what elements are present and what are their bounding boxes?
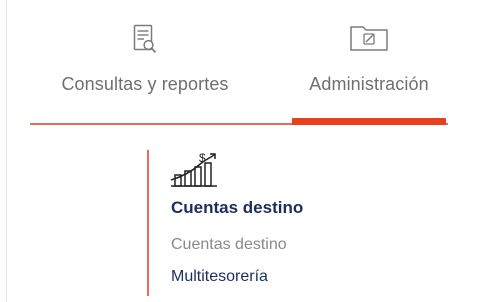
multitesoreria-link[interactable]: Multitesorería — [171, 268, 268, 286]
admin-dropdown-panel: $ Cuentas destino Cuentas destino Multit… — [147, 150, 397, 296]
panel-accent-bar — [147, 150, 149, 296]
panel-subtitle: Cuentas destino — [171, 236, 287, 253]
money-growth-chart-icon: $ — [170, 151, 217, 187]
active-tab-indicator — [292, 118, 446, 125]
panel-title: Cuentas destino — [171, 198, 304, 217]
svg-text:$: $ — [199, 151, 206, 165]
tab-administracion[interactable]: Administración — [288, 0, 450, 126]
folder-edit-icon — [350, 26, 388, 51]
top-tabs: Consultas y reportes Administración — [0, 0, 484, 126]
tab-label: Consultas y reportes — [61, 74, 229, 94]
document-search-icon — [133, 24, 157, 54]
tab-label: Administración — [309, 74, 429, 94]
tab-consultas-reportes[interactable]: Consultas y reportes — [32, 0, 258, 126]
